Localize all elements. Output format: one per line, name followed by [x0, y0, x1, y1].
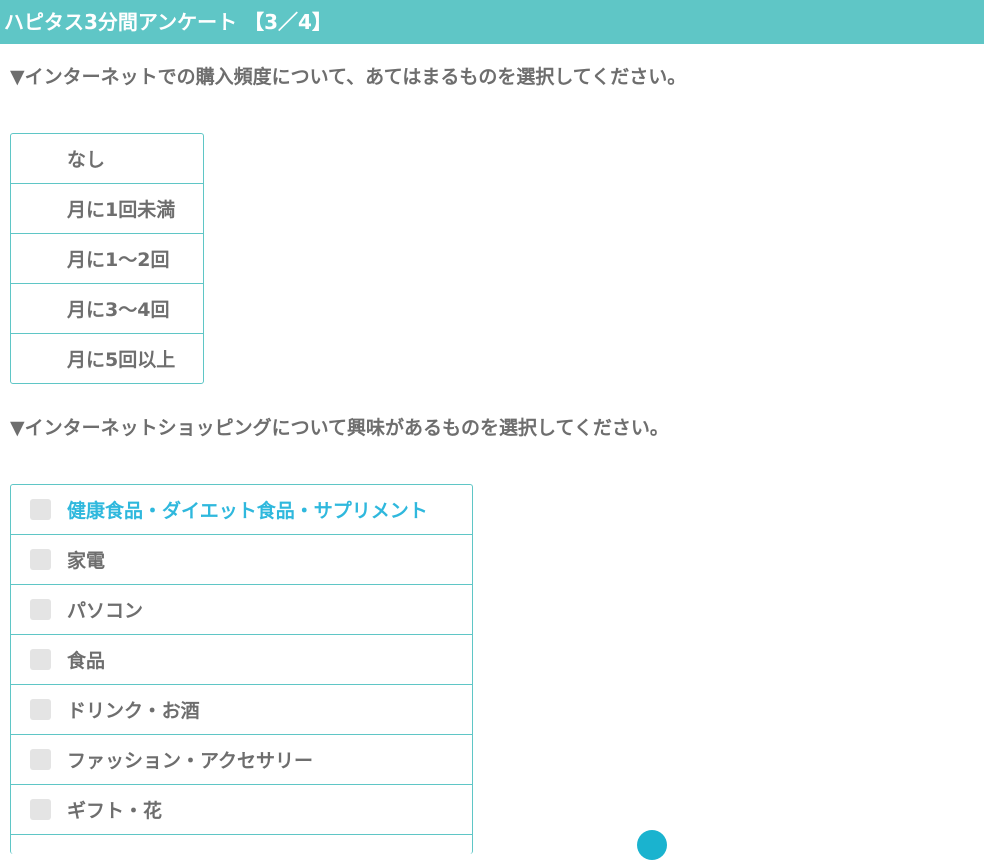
option-label: 月に1回未満	[67, 199, 176, 221]
checkbox[interactable]	[30, 649, 51, 670]
survey-title: ハピタス3分間アンケート 【3／4】	[4, 10, 332, 34]
option-5-plus-times[interactable]: 月に5回以上	[11, 334, 203, 383]
interest-drinks[interactable]: ドリンク・お酒	[11, 685, 472, 735]
checkbox[interactable]	[30, 549, 51, 570]
interest-food[interactable]: 食品	[11, 635, 472, 685]
checkbox[interactable]	[30, 499, 51, 520]
option-none[interactable]: なし	[11, 134, 203, 184]
option-label: 月に1～2回	[67, 249, 170, 271]
question-purchase-frequency: ▼インターネットでの購入頻度について、あてはまるものを選択してください。	[10, 66, 687, 88]
interest-appliances[interactable]: 家電	[11, 535, 472, 585]
interest-health-food[interactable]: 健康食品・ダイエット食品・サプリメント	[11, 485, 472, 535]
option-label: 月に3～4回	[67, 299, 170, 321]
purchase-frequency-options: なし 月に1回未満 月に1～2回 月に3～4回 月に5回以上	[10, 133, 204, 384]
interest-fashion[interactable]: ファッション・アクセサリー	[11, 735, 472, 785]
option-label: ドリンク・お酒	[67, 700, 200, 722]
option-label: 家電	[67, 550, 106, 572]
checkbox[interactable]	[30, 599, 51, 620]
option-label: 食品	[67, 650, 106, 672]
interest-gifts[interactable]: ギフト・花	[11, 785, 472, 835]
interest-pc[interactable]: パソコン	[11, 585, 472, 635]
page-header: ハピタス3分間アンケート 【3／4】	[0, 0, 984, 44]
checkbox[interactable]	[30, 749, 51, 770]
option-label: ギフト・花	[67, 800, 163, 822]
option-label: 健康食品・ダイエット食品・サプリメント	[67, 500, 428, 522]
option-label: パソコン	[67, 600, 144, 622]
checkbox[interactable]	[30, 699, 51, 720]
shopping-interest-options: 健康食品・ダイエット食品・サプリメント 家電 パソコン 食品 ドリンク・お酒 フ…	[10, 484, 473, 854]
scroll-button-icon[interactable]	[637, 830, 667, 860]
checkbox[interactable]	[30, 799, 51, 820]
option-1-2-times[interactable]: 月に1～2回	[11, 234, 203, 284]
option-label: ファッション・アクセサリー	[67, 750, 314, 772]
question-shopping-interests: ▼インターネットショッピングについて興味があるものを選択してください。	[10, 417, 669, 439]
option-label: 月に5回以上	[67, 349, 176, 371]
option-less-than-once[interactable]: 月に1回未満	[11, 184, 203, 234]
option-label: なし	[67, 149, 106, 171]
option-3-4-times[interactable]: 月に3～4回	[11, 284, 203, 334]
interest-next[interactable]	[11, 835, 472, 854]
